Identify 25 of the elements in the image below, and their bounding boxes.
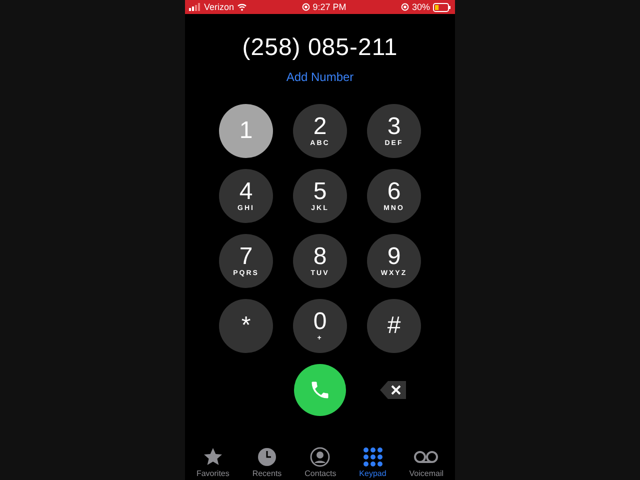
tab-bar-item[interactable]: Voicemail [407,447,446,478]
wifi-icon [237,3,248,11]
backspace-icon [380,380,408,400]
add-number-link[interactable]: Add Number [286,70,354,84]
dialed-number: (258) 085-211 [242,34,398,62]
clock-time: 9:27 PM [312,2,346,12]
carrier-name: Verizon [204,2,234,12]
keypad-icon [362,447,383,467]
tab-bar-item[interactable]: Recents [250,447,284,478]
dial-key[interactable]: # [367,299,421,353]
tab-bar-item[interactable]: Contacts [302,447,338,478]
battery-percent: 30% [412,2,430,12]
star-icon [202,447,223,467]
delete-button[interactable] [380,380,408,400]
person-icon [310,447,330,467]
tab-bar-item[interactable]: Keypad [357,447,388,478]
dial-key[interactable]: * [219,299,273,353]
lock-rotation-icon [400,3,409,11]
signal-icon [189,3,201,11]
tab-bar-item[interactable]: Favorites [194,447,232,478]
phone-icon [309,379,331,401]
location-icon [302,3,310,11]
clock-icon [257,447,277,467]
call-button[interactable] [294,364,346,416]
battery-icon [432,2,451,12]
